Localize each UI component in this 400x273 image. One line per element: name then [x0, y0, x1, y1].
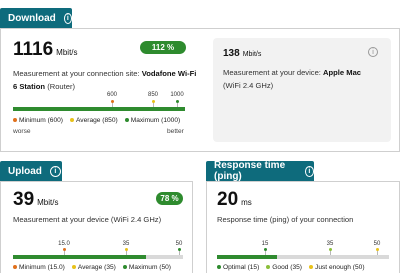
- download-speed-bar: [13, 107, 185, 111]
- upload-value: 39 Mbit/s: [13, 189, 59, 210]
- legend-good: Good (35): [266, 264, 302, 271]
- upload-card: 39 Mbit/s 78 % Measurement at your device…: [0, 181, 193, 273]
- download-site-line1: Measurement at your connection site: Vod…: [13, 69, 197, 78]
- device-download-value: 138 Mbit/s: [223, 48, 262, 59]
- info-icon[interactable]: i: [63, 12, 72, 24]
- tick-label-min: 600: [106, 92, 118, 98]
- ping-fill: [217, 255, 277, 259]
- upload-tab[interactable]: Upload i: [0, 161, 62, 181]
- legend-minimum: Minimum (15.0): [13, 264, 65, 271]
- ping-tick-good: 35: [326, 241, 334, 247]
- download-percent-badge: 112 %: [140, 41, 186, 54]
- tick-label-avg: 850: [147, 92, 159, 98]
- upload-caption: Measurement at your device (WiFi 2.4 GHz…: [13, 215, 162, 224]
- worse-label: worse: [13, 128, 31, 135]
- ping-tick-optimal: 15: [261, 241, 269, 247]
- download-card: 1116 Mbit/s 112 % Measurement at your con…: [0, 28, 400, 152]
- ping-tab-label: Response time (ping): [214, 160, 286, 182]
- better-label: better: [167, 128, 184, 135]
- upload-percent-badge: 78 %: [156, 192, 183, 205]
- legend-maximum: Maximum (1000): [124, 117, 180, 124]
- download-site-line2: 6 Station (Router): [13, 82, 76, 91]
- upload-tick-max: 50: [175, 241, 183, 247]
- ping-card: 20 ms Response time (ping) of your connec…: [206, 181, 400, 273]
- legend-optimal: Optimal (15): [217, 264, 259, 271]
- ping-value: 20 ms: [217, 189, 252, 210]
- ping-tick-enough: 50: [373, 241, 381, 247]
- legend-just-enough: Just enough (50): [309, 264, 365, 271]
- download-speed-fill: [13, 107, 185, 111]
- ping-bar: [217, 255, 389, 259]
- ping-caption: Response time (ping) of your connection: [217, 215, 354, 224]
- device-measurement-panel: 138 Mbit/s i Measurement at your device: …: [213, 38, 391, 142]
- legend-average: Average (35): [71, 264, 116, 271]
- tick-label-max: 1000: [170, 92, 184, 98]
- info-icon[interactable]: i: [49, 165, 61, 177]
- download-value: 1116 Mbit/s: [13, 39, 78, 60]
- download-tab[interactable]: Download i: [0, 8, 72, 28]
- device-measurement-line: Measurement at your device: Apple Mac: [223, 68, 362, 77]
- legend-minimum: Minimum (600): [13, 117, 63, 124]
- upload-legend: Minimum (15.0) Average (35) Maximum (50): [13, 264, 171, 271]
- download-legend: Minimum (600) Average (850) Maximum (100…: [13, 117, 180, 124]
- info-icon[interactable]: i: [304, 165, 314, 177]
- legend-maximum: Maximum (50): [122, 264, 171, 271]
- upload-speed-fill: [13, 255, 146, 259]
- upload-tick-min: 15.0: [58, 241, 70, 247]
- legend-average: Average (850): [70, 117, 118, 124]
- ping-tab[interactable]: Response time (ping) i: [206, 160, 314, 182]
- upload-tab-label: Upload: [8, 165, 42, 177]
- upload-tick-avg: 35: [122, 241, 130, 247]
- ping-legend: Optimal (15) Good (35) Just enough (50): [217, 264, 365, 271]
- device-info-icon[interactable]: i: [368, 47, 378, 57]
- download-tab-label: Download: [8, 12, 56, 24]
- upload-speed-bar: [13, 255, 183, 259]
- device-wifi-line: (WiFi 2.4 GHz): [223, 81, 274, 90]
